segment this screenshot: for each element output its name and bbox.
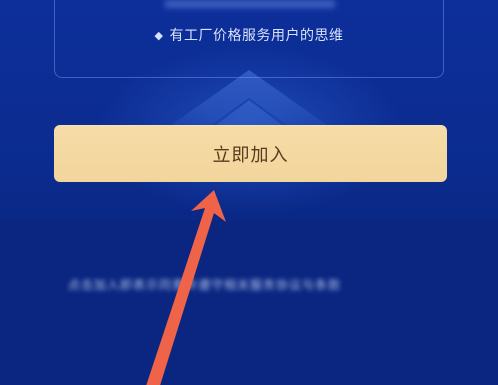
agreement-notice-text: 点击加入即表示同意并遵守相关服务协议与条款 xyxy=(68,278,342,292)
app-screen: ◆ 有工厂价格服务用户的思维 立即加入 点击加入即表示同意并遵守相关服务协议与条款 xyxy=(0,0,498,385)
lower-background-band xyxy=(0,220,498,385)
feature-text: 有工厂价格服务用户的思维 xyxy=(169,28,344,44)
diamond-bullet-icon: ◆ xyxy=(154,29,164,42)
agreement-notice: 点击加入即表示同意并遵守相关服务协议与条款 xyxy=(68,276,430,294)
benefits-card: ◆ 有工厂价格服务用户的思维 xyxy=(54,0,444,78)
feature-item: ◆ 有工厂价格服务用户的思维 xyxy=(55,25,443,45)
join-now-label: 立即加入 xyxy=(212,144,289,166)
join-now-button[interactable]: 立即加入 xyxy=(54,125,447,182)
